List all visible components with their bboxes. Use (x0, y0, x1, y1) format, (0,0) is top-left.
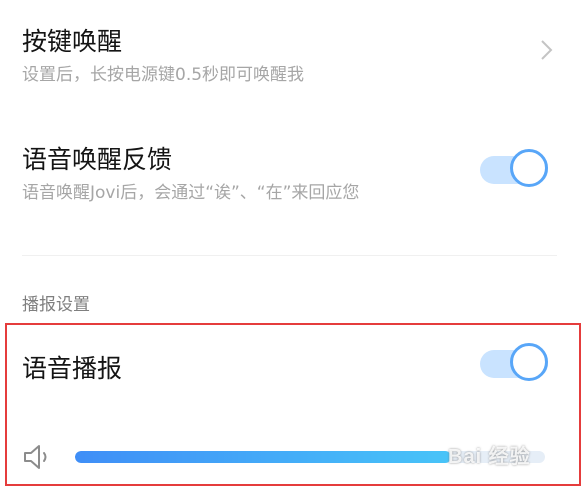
toggle-knob (510, 343, 548, 381)
voice-broadcast-toggle[interactable] (480, 343, 552, 385)
divider (22, 255, 557, 256)
volume-slider-fill (75, 451, 451, 463)
voice-feedback-toggle[interactable] (480, 149, 552, 191)
key-wake-subtitle: 设置后，长按电源键0.5秒即可唤醒我 (22, 65, 305, 85)
voice-feedback-subtitle: 语音唤醒Jovi后，会通过“诶”、“在”来回应您 (22, 183, 360, 203)
baidu-watermark-logo: Bai 经验 (448, 446, 531, 468)
voice-feedback-title: 语音唤醒反馈 (22, 145, 173, 174)
key-wake-title: 按键唤醒 (22, 27, 123, 56)
broadcast-section-header: 播报设置 (22, 295, 90, 315)
voice-broadcast-title: 语音播报 (22, 354, 123, 383)
chevron-right-icon (541, 40, 553, 60)
speaker-icon (24, 445, 47, 469)
toggle-knob (510, 149, 548, 187)
